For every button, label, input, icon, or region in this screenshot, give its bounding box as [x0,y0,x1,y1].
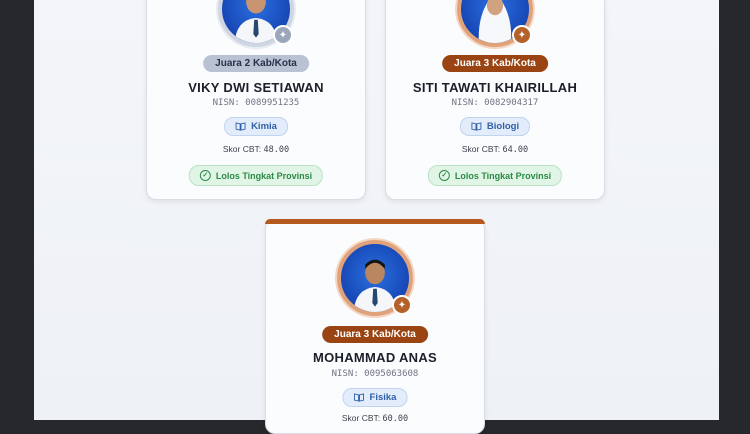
student-nisn: NISN: 0082904317 [451,98,539,108]
results-panel: ✦ Juara 2 Kab/Kota VIKY DWI SETIAWAN NIS… [34,0,719,434]
cbt-score: Skor CBT: 64.00 [386,144,604,155]
subject-badge: Biologi [459,117,531,136]
student-name: VIKY DWI SETIAWAN [188,80,324,95]
student-card[interactable]: ✦ Juara 3 Kab/Kota MOHAMMAD ANAS NISN: 0… [265,219,485,434]
medal-icon: ✦ [273,25,293,45]
cbt-score: Skor CBT: 60.00 [266,413,484,424]
check-circle-icon: ✓ [438,170,450,181]
rank-badge: Juara 3 Kab/Kota [322,326,428,343]
book-icon [235,122,246,131]
medal-icon: ✦ [392,295,412,315]
status-badge: ✓ Lolos Tingkat Provinsi [188,165,324,186]
medal-icon: ✦ [512,25,532,45]
student-name: MOHAMMAD ANAS [312,350,438,365]
subject-badge: Fisika [342,388,408,407]
student-name: SITI TAWATI KHAIRILLAH [412,80,578,95]
score-label: Skor CBT: [461,144,501,154]
cbt-score: Skor CBT: 48.00 [147,144,365,155]
rank-badge: Juara 3 Kab/Kota [442,55,548,72]
status-label: Lolos Tingkat Provinsi [215,170,313,181]
student-nisn: NISN: 0089951235 [212,98,300,108]
score-value: 60.00 [382,414,409,424]
subject-badge: Kimia [224,117,288,136]
status-label: Lolos Tingkat Provinsi [454,170,552,181]
rank-badge: Juara 2 Kab/Kota [203,55,309,72]
score-value: 64.00 [502,145,529,155]
book-icon [354,393,364,402]
status-badge: ✓ Lolos Tingkat Provinsi [427,165,563,186]
subject-label: Biologi [486,121,520,132]
score-label: Skor CBT: [222,144,262,154]
subject-label: Fisika [369,392,397,403]
student-nisn: NISN: 0095063608 [331,369,419,379]
student-card[interactable]: ✦ Juara 2 Kab/Kota VIKY DWI SETIAWAN NIS… [146,0,366,200]
student-card[interactable]: ✦ Juara 3 Kab/Kota SITI TAWATI KHAIRILLA… [385,0,605,200]
score-label: Skor CBT: [341,413,381,423]
book-icon [471,122,482,131]
check-circle-icon: ✓ [199,170,211,181]
score-value: 48.00 [263,145,290,155]
subject-label: Kimia [251,121,277,132]
